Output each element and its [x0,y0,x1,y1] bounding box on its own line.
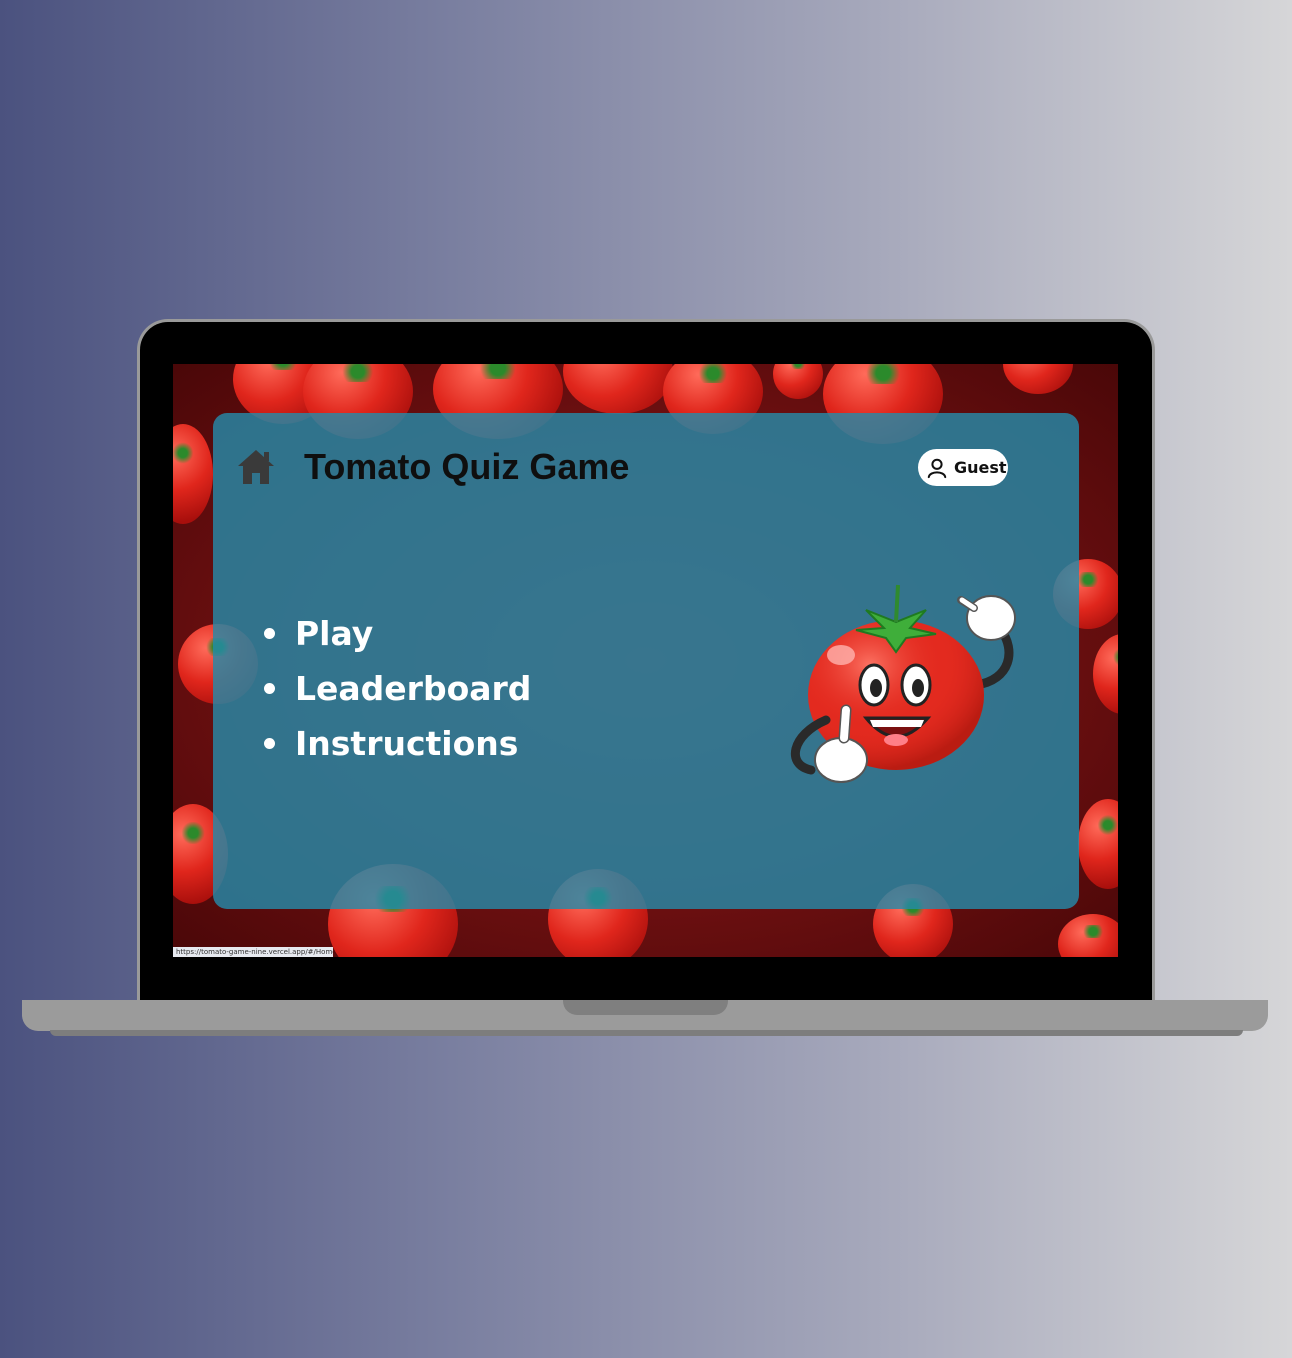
status-bar-url: https://tomato-game-nine.vercel.app/#/Ho… [173,947,333,957]
background-tomato [173,424,213,524]
bullet-icon [264,628,275,639]
guest-label: Guest [954,458,1007,477]
home-icon[interactable] [236,447,276,487]
background-tomato [773,364,823,399]
tomato-mascot-icon [790,584,1016,783]
user-icon [927,458,947,478]
background-tomato [1093,634,1118,714]
menu-item-label: Instructions [295,724,519,763]
main-menu: Play Leaderboard Instructions [260,606,531,771]
background-tomato [1003,364,1073,394]
bullet-icon [264,738,275,749]
laptop-notch [563,1000,728,1015]
background-tomato [1078,799,1118,889]
background-tomato [1058,914,1118,957]
menu-item-label: Leaderboard [295,669,532,708]
guest-account-button[interactable]: Guest [918,449,1008,486]
laptop-base-lip [50,1030,1243,1036]
menu-item-label: Play [295,614,374,653]
menu-item-leaderboard[interactable]: Leaderboard [260,661,531,716]
bullet-icon [264,683,275,694]
page-title: Tomato Quiz Game [304,446,630,487]
menu-item-instructions[interactable]: Instructions [260,716,531,771]
menu-item-play[interactable]: Play [260,606,531,661]
background-tomato [563,364,673,414]
